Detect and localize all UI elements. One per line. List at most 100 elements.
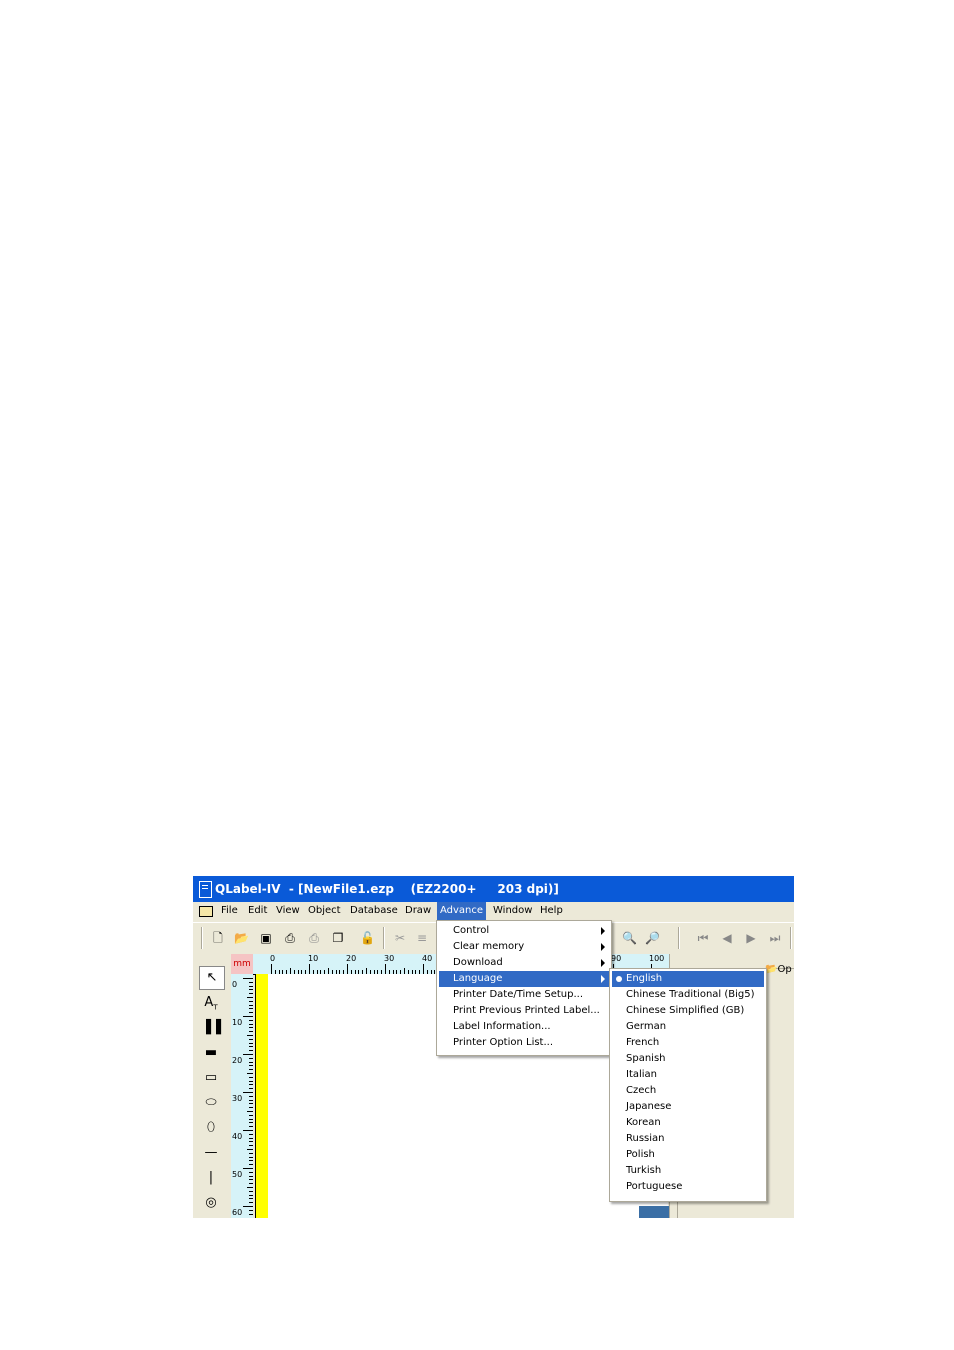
language-label: Turkish xyxy=(626,1165,662,1176)
document-icon[interactable] xyxy=(199,906,213,917)
language-label: Spanish xyxy=(626,1053,666,1064)
toolbar-separator xyxy=(383,927,385,949)
menu-item-label: Clear memory xyxy=(453,941,525,952)
menu-item-label: Control xyxy=(453,925,490,936)
open-button[interactable]: 📂Op xyxy=(765,964,792,975)
menu-window[interactable]: Window xyxy=(493,905,532,916)
menu-draw[interactable]: Draw xyxy=(405,905,431,916)
rounded-rect-icon[interactable]: ⬭ xyxy=(199,1092,223,1114)
copy-icon[interactable]: ❐ xyxy=(331,931,345,945)
ruler-tick xyxy=(249,1213,253,1215)
ruler-tick xyxy=(249,1000,253,1002)
menu-item-print-previous-label[interactable]: Print Previous Printed Label... xyxy=(439,1003,609,1019)
menu-item-language[interactable]: Language xyxy=(439,971,609,987)
select-arrow-icon[interactable]: ↖ xyxy=(199,966,225,990)
ellipse-icon[interactable]: ⬯ xyxy=(199,1117,223,1139)
ruler-tick xyxy=(249,1023,253,1025)
menu-item-printer-datetime-setup[interactable]: Printer Date/Time Setup... xyxy=(439,987,609,1003)
barcode-tool-icon[interactable]: ▐▐ xyxy=(199,1017,223,1039)
language-item-german[interactable]: German xyxy=(612,1019,764,1035)
ruler-tick xyxy=(249,1133,253,1135)
language-item-portuguese[interactable]: Portuguese xyxy=(612,1179,764,1195)
print-icon[interactable]: ⎙ xyxy=(283,931,297,945)
language-label: German xyxy=(626,1021,667,1032)
ruler-tick xyxy=(249,1122,253,1124)
language-item-korean[interactable]: Korean xyxy=(612,1115,764,1131)
menu-view[interactable]: View xyxy=(276,905,300,916)
hline-icon[interactable]: — xyxy=(199,1142,223,1164)
toolbar-separator xyxy=(790,927,792,949)
language-item-chinese-traditional[interactable]: Chinese Traditional (Big5) xyxy=(612,987,764,1003)
ruler-tick xyxy=(247,1073,253,1074)
rect-icon[interactable]: ▭ xyxy=(199,1067,223,1089)
language-item-french[interactable]: French xyxy=(612,1035,764,1051)
ruler-tick xyxy=(249,1042,253,1044)
language-item-japanese[interactable]: Japanese xyxy=(612,1099,764,1115)
language-item-turkish[interactable]: Turkish xyxy=(612,1163,764,1179)
ruler-tick xyxy=(243,1206,253,1207)
next-page-icon[interactable]: ▶ xyxy=(744,931,758,945)
ruler-tick xyxy=(249,1019,253,1021)
menu-item-label: Download xyxy=(453,957,503,968)
vline-icon[interactable]: | xyxy=(199,1167,223,1189)
menu-item-label-information[interactable]: Label Information... xyxy=(439,1019,609,1035)
language-item-english[interactable]: English xyxy=(612,971,764,987)
ruler-label: 20 xyxy=(346,954,357,963)
ruler-tick xyxy=(249,1069,253,1071)
ruler-tick xyxy=(249,1152,253,1154)
menu-help[interactable]: Help xyxy=(540,905,563,916)
ruler-tick xyxy=(249,981,253,983)
ruler-tick xyxy=(249,1050,253,1052)
language-item-italian[interactable]: Italian xyxy=(612,1067,764,1083)
ruler-tick xyxy=(249,1065,253,1067)
text-tool-icon[interactable]: AT xyxy=(199,992,223,1014)
ruler-label: 30 xyxy=(384,954,395,963)
advance-menu: Control Clear memory Download Language P… xyxy=(436,920,612,1056)
menu-item-clear-memory[interactable]: Clear memory xyxy=(439,939,609,955)
menu-file[interactable]: File xyxy=(221,905,238,916)
filled-rect-icon[interactable]: ▬ xyxy=(199,1042,223,1064)
image-tool-icon[interactable]: ◎ xyxy=(199,1192,223,1214)
last-page-icon[interactable]: ⏭ xyxy=(768,931,782,945)
cut-icon[interactable]: ✂ xyxy=(393,931,407,945)
ruler-tick xyxy=(249,1145,253,1147)
menu-object[interactable]: Object xyxy=(308,905,341,916)
save-icon[interactable]: ▣ xyxy=(259,931,273,945)
print-preview-icon[interactable]: ⎙ xyxy=(307,931,321,945)
ruler-tick xyxy=(423,964,424,974)
menu-item-label: Label Information... xyxy=(453,1021,551,1032)
zoom-in-icon[interactable]: 🔎 xyxy=(645,931,660,945)
ruler-tick xyxy=(247,997,253,998)
language-item-polish[interactable]: Polish xyxy=(612,1147,764,1163)
language-item-russian[interactable]: Russian xyxy=(612,1131,764,1147)
ruler-tick xyxy=(249,1137,253,1139)
prev-page-icon[interactable]: ◀ xyxy=(720,931,734,945)
new-file-icon[interactable]: 🗋 xyxy=(211,931,225,945)
language-item-chinese-simplified[interactable]: Chinese Simplified (GB) xyxy=(612,1003,764,1019)
menu-edit[interactable]: Edit xyxy=(248,905,267,916)
ruler-tick xyxy=(249,1118,253,1120)
ruler-tick xyxy=(247,1187,253,1188)
open-folder-icon[interactable]: 📂 xyxy=(234,931,249,945)
menu-advance[interactable]: Advance xyxy=(437,902,487,920)
ruler-label: 0 xyxy=(270,954,276,963)
paste-icon[interactable]: ≡ xyxy=(415,931,429,945)
title-bar[interactable]: QLabel-IV - [NewFile1.ezp (EZ2200+ 203 d… xyxy=(193,876,794,902)
menu-item-control[interactable]: Control xyxy=(439,923,609,939)
menu-item-download[interactable]: Download xyxy=(439,955,609,971)
language-item-czech[interactable]: Czech xyxy=(612,1083,764,1099)
language-item-spanish[interactable]: Spanish xyxy=(612,1051,764,1067)
ruler-label: 50 xyxy=(232,1170,243,1179)
lock-icon[interactable]: 🔓 xyxy=(360,931,375,945)
ruler-tick xyxy=(249,1038,253,1040)
first-page-icon[interactable]: ⏮ xyxy=(696,931,710,945)
ruler-tick xyxy=(249,1103,253,1105)
ruler-label: 60 xyxy=(232,1208,243,1217)
menu-database[interactable]: Database xyxy=(350,905,398,916)
ruler-tick xyxy=(249,1183,253,1185)
menu-item-printer-option-list[interactable]: Printer Option List... xyxy=(439,1035,609,1051)
ruler-tick xyxy=(249,1008,253,1010)
ruler-tick xyxy=(249,1107,253,1109)
app-icon xyxy=(199,881,212,898)
zoom-out-icon[interactable]: 🔍 xyxy=(622,931,637,945)
